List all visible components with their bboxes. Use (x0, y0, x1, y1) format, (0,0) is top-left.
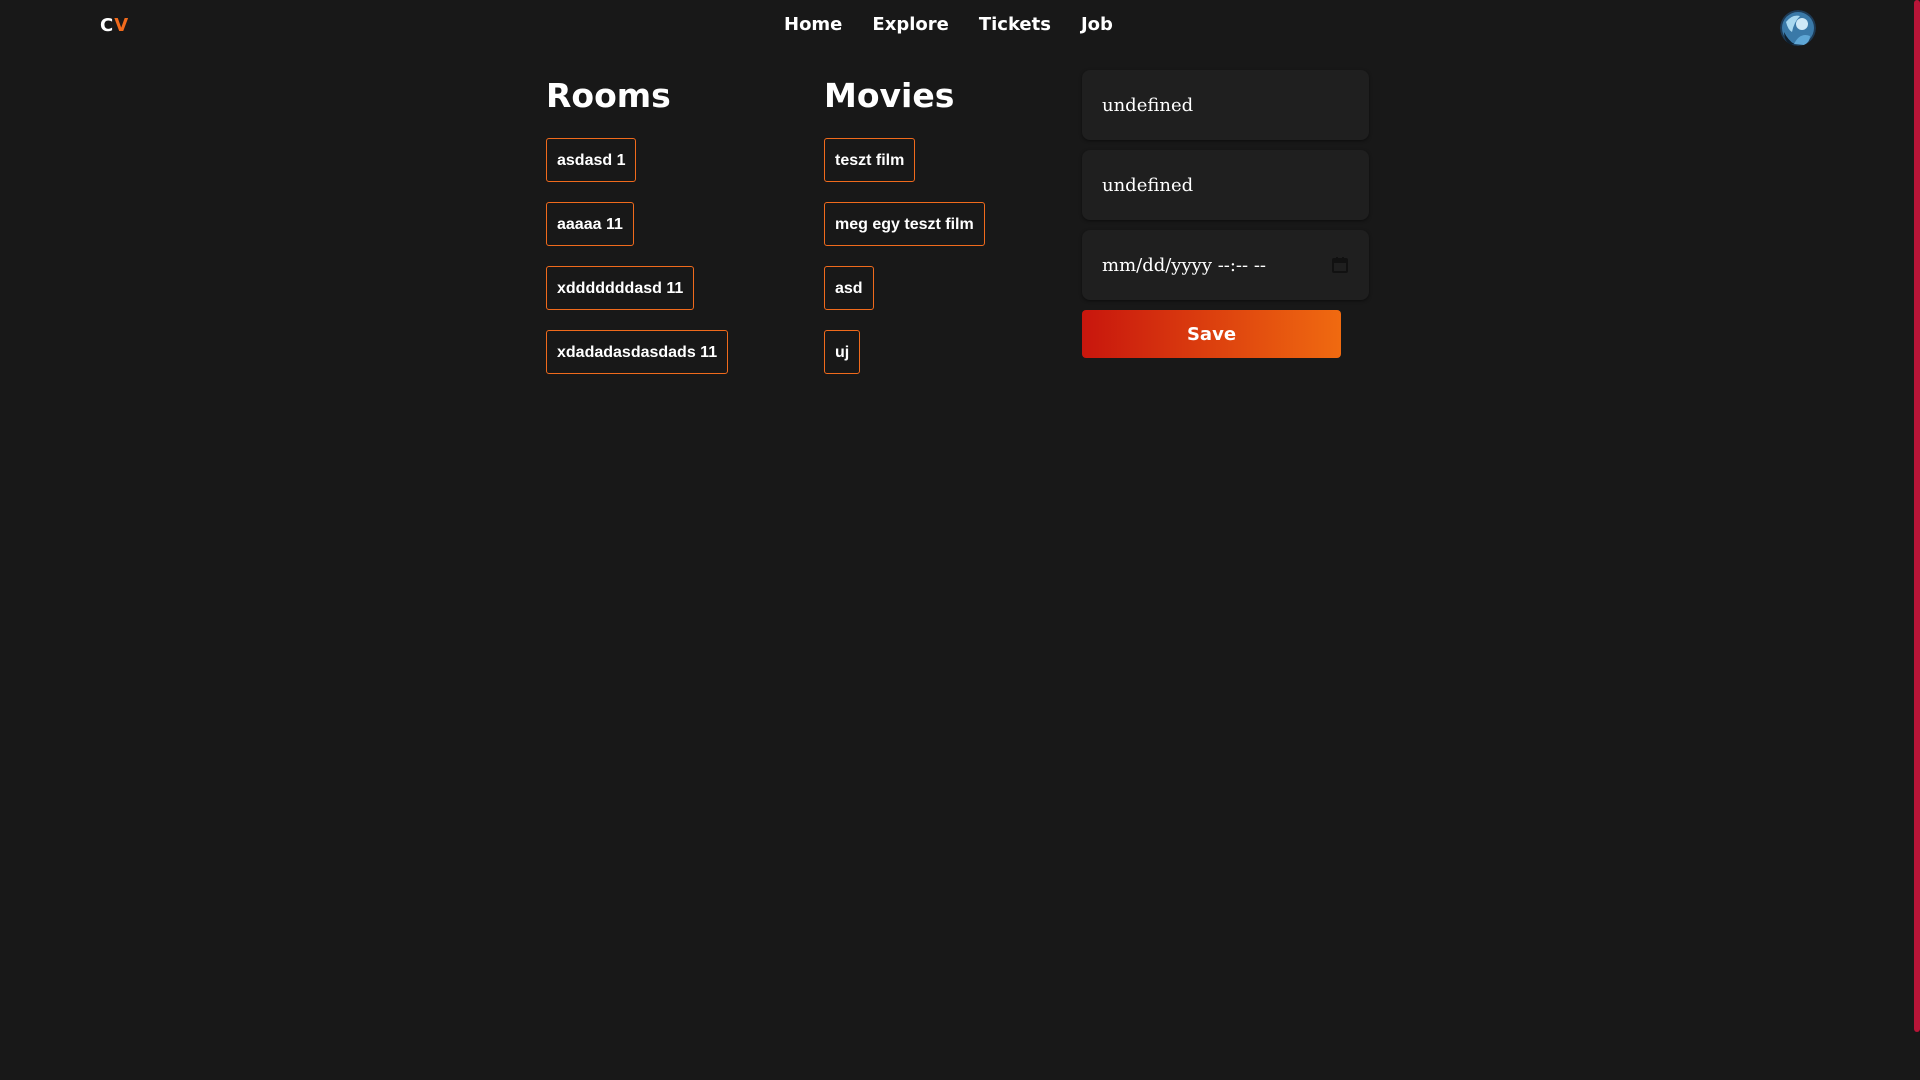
datetime-placeholder: mm/dd/yyyy --:-- -- (1102, 254, 1266, 276)
nav-home-link[interactable]: Home (784, 14, 842, 35)
screening-form: undefined undefined mm/dd/yyyy --:-- -- … (1082, 70, 1369, 358)
page: CV Home Explore Tickets Job Rooms asdasd… (0, 0, 1920, 1080)
movie-item[interactable]: uj (824, 330, 861, 374)
avatar-image (1780, 10, 1816, 46)
movies-section: Movies teszt film meg egy teszt film asd… (824, 72, 985, 374)
nav-tickets-link[interactable]: Tickets (979, 14, 1051, 35)
logo-v: V (114, 15, 130, 36)
page-scrollbar[interactable] (1914, 0, 1920, 1032)
datetime-input[interactable]: mm/dd/yyyy --:-- -- (1082, 230, 1369, 300)
rooms-title: Rooms (546, 76, 671, 115)
room-item[interactable]: aaaaa 11 (546, 202, 634, 246)
nav-job-link[interactable]: Job (1081, 14, 1113, 35)
movie-item[interactable]: asd (824, 266, 874, 310)
user-avatar-icon[interactable] (1780, 10, 1816, 46)
room-item[interactable]: asdasd 1 (546, 138, 637, 182)
rooms-list: asdasd 1 aaaaa 11 xdddddddasd 11 xdadada… (546, 138, 729, 374)
room-field[interactable]: undefined (1082, 70, 1369, 140)
room-item[interactable]: xdadadasdasdads 11 (546, 330, 729, 374)
main-nav: Home Explore Tickets Job (784, 14, 1113, 35)
movies-list: teszt film meg egy teszt film asd uj (824, 138, 985, 374)
movie-item[interactable]: meg egy teszt film (824, 202, 985, 246)
movie-item[interactable]: teszt film (824, 138, 916, 182)
calendar-icon[interactable] (1331, 256, 1349, 274)
room-item[interactable]: xdddddddasd 11 (546, 266, 695, 310)
logo[interactable]: CV (100, 15, 129, 36)
nav-explore-link[interactable]: Explore (872, 14, 948, 35)
save-button[interactable]: Save (1082, 310, 1341, 358)
movie-field[interactable]: undefined (1082, 150, 1369, 220)
movies-title: Movies (824, 76, 955, 115)
rooms-section: Rooms asdasd 1 aaaaa 11 xdddddddasd 11 x… (546, 72, 729, 374)
logo-c: C (100, 15, 115, 36)
